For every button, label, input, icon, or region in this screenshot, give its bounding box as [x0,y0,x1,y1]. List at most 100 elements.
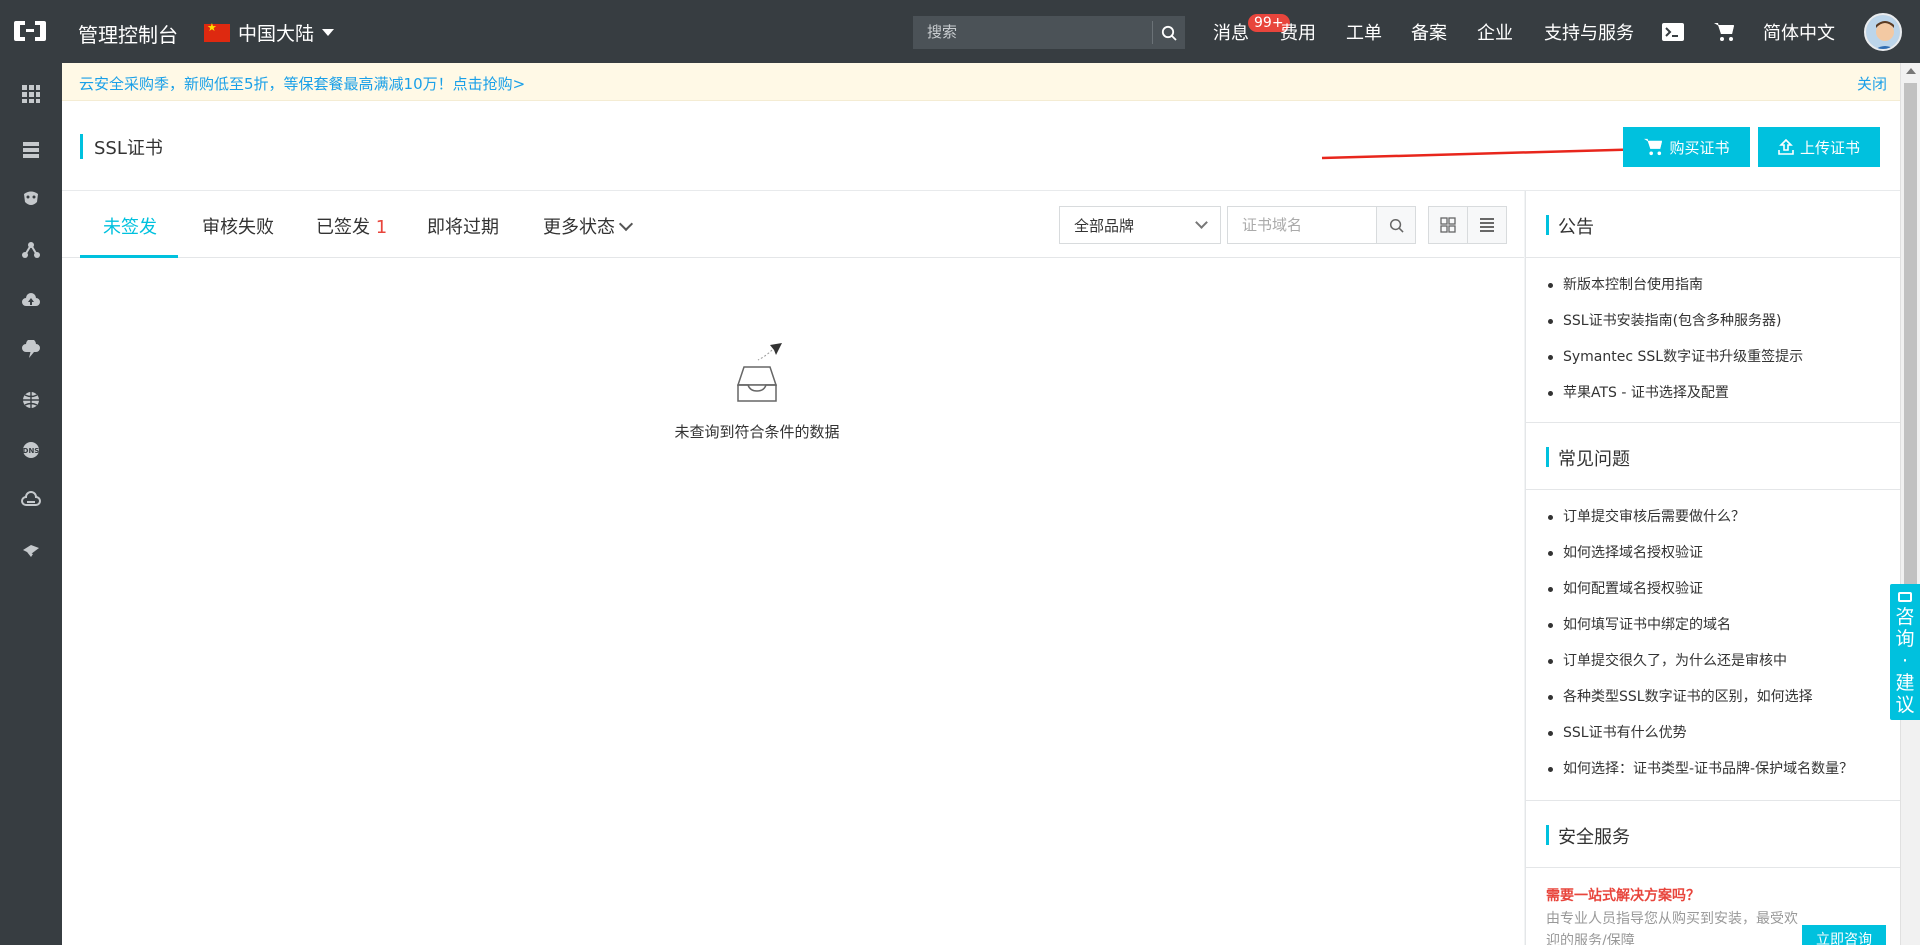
help-side-panel: 公告 新版本控制台使用指南 SSL证书安装指南(包含多种服务器) Symante… [1525,191,1901,945]
scroll-up-arrow-icon[interactable] [1906,68,1916,74]
upload-certificate-button[interactable]: 上传证书 [1758,127,1880,167]
database-icon [24,191,38,205]
search-icon [1161,25,1177,41]
grid-icon [22,85,40,103]
terminal-button[interactable] [1662,0,1684,63]
sidebar-item-dns[interactable]: DNS [0,430,62,470]
announcement-link[interactable]: 新版本控制台使用指南 [1546,267,1896,303]
left-sidebar: DNS [0,63,62,945]
search-icon [1389,218,1404,233]
tab-unissued[interactable]: 未签发 [103,213,157,239]
faq-link[interactable]: 如何选择：证书类型-证书品牌-保护域名数量？ [1546,751,1896,787]
tab-issued[interactable]: 已签发 1 [316,213,387,239]
sidebar-item-ecs[interactable] [0,130,62,170]
avatar-face-icon [1866,15,1900,49]
sidebar-item-domain[interactable] [0,380,62,420]
sidebar-item-cloud-storage[interactable] [0,480,62,520]
consult-feedback-float[interactable]: 咨询·建议 [1890,584,1920,720]
title-accent-bar [80,134,83,159]
promo-notice-link[interactable]: 云安全采购季，新购低至5折，等保套餐最高满减10万！点击抢购> [79,73,525,94]
announcement-link[interactable]: 苹果ATS - 证书选择及配置 [1546,375,1896,411]
card-view-button[interactable] [1428,206,1468,244]
sidebar-item-security[interactable] [0,530,62,570]
console-title[interactable]: 管理控制台 [78,19,178,48]
list-view-button[interactable] [1467,206,1507,244]
scrollbar-thumb[interactable] [1904,83,1917,663]
cart-button[interactable] [1713,0,1735,63]
faq-link[interactable]: 订单提交很久了，为什么还是审核中 [1546,643,1896,679]
network-icon [22,242,40,258]
announcement-link[interactable]: Symantec SSL数字证书升级重签提示 [1546,339,1896,375]
certificate-list-panel: 未签发 审核失败 已签发 1 即将过期 更多状态 全部品牌 未查询到符合条件的数… [62,191,1524,945]
page-title: SSL证书 [94,138,163,159]
server-icon [23,142,39,158]
announcements-title: 公告 [1558,217,1594,238]
more-status-label: 更多状态 [543,217,615,238]
faq-list: 订单提交审核后需要做什么？ 如何选择域名授权验证 如何配置域名授权验证 如何填写… [1546,499,1896,787]
brand-select[interactable]: 全部品牌 [1059,206,1221,244]
brand-select-value: 全部品牌 [1074,216,1135,235]
promo-notice-bar: 云安全采购季，新购低至5折，等保套餐最高满减10万！点击抢购> 关闭 [62,63,1900,101]
sidebar-item-cdn[interactable] [0,330,62,370]
announcements-list: 新版本控制台使用指南 SSL证书安装指南(包含多种服务器) Symantec S… [1546,267,1896,411]
nav-billing[interactable]: 费用 [1280,0,1316,63]
nav-enterprise[interactable]: 企业 [1477,0,1513,63]
user-avatar[interactable] [1864,13,1902,51]
globe-icon [23,392,39,408]
issued-count: 1 [375,217,388,238]
tab-expiring[interactable]: 即将过期 [427,213,499,239]
region-label: 中国大陆 [238,23,315,45]
global-search [913,16,1185,49]
faq-link[interactable]: 各种类型SSL数字证书的区别，如何选择 [1546,679,1896,715]
chevron-down-icon [618,216,634,232]
language-selector[interactable]: 简体中文 [1763,0,1835,63]
nav-messages[interactable]: 消息 [1213,0,1249,63]
buy-certificate-label: 购买证书 [1669,138,1730,157]
terminal-icon [1662,22,1684,41]
consult-now-button[interactable]: 立即咨询 [1802,925,1886,945]
faq-title: 常见问题 [1558,449,1630,470]
svg-text:DNS: DNS [23,447,40,455]
faq-link[interactable]: 如何选择域名授权验证 [1546,535,1896,571]
faq-link[interactable]: 订单提交审核后需要做什么？ [1546,499,1896,535]
security-service-title: 安全服务 [1558,827,1630,848]
cloud-icon [22,293,40,306]
global-search-input[interactable] [913,16,1152,49]
grid-view-icon [1440,217,1456,233]
nav-icp[interactable]: 备案 [1411,0,1447,63]
faq-link[interactable]: 如何配置域名授权验证 [1546,571,1896,607]
cdn-icon [22,340,40,358]
page-scrollbar[interactable] [1900,63,1920,945]
nav-tickets[interactable]: 工单 [1346,0,1382,63]
top-navbar: 管理控制台 中国大陆 消息 99+ 费用 工单 备案 企业 支持与服务 简体中文 [0,0,1920,63]
faq-link[interactable]: 如何填写证书中绑定的域名 [1546,607,1896,643]
buy-certificate-button[interactable]: 购买证书 [1623,127,1750,167]
empty-state: 未查询到符合条件的数据 [667,341,847,442]
active-tab-indicator [80,255,178,258]
sidebar-item-slb[interactable] [0,230,62,270]
nav-support[interactable]: 支持与服务 [1544,0,1634,63]
upload-certificate-label: 上传证书 [1799,138,1860,157]
aliyun-logo[interactable] [12,18,48,44]
page-header: SSL证书 购买证书 上传证书 [62,101,1900,191]
tab-more-status[interactable]: 更多状态 [543,213,634,239]
cart-icon [1644,138,1663,156]
sidebar-item-rds[interactable] [0,180,62,220]
faq-link[interactable]: SSL证书有什么优势 [1546,715,1896,751]
tab-review-failed[interactable]: 审核失败 [202,213,274,239]
security-icon [23,545,39,557]
domain-search-button[interactable] [1376,206,1416,244]
notice-close-link[interactable]: 关闭 [1857,73,1887,94]
chat-icon [1898,592,1912,602]
faq-header: 常见问题 [1526,423,1901,490]
sidebar-item-products[interactable] [0,74,62,114]
search-button[interactable] [1153,16,1185,49]
announcement-link[interactable]: SSL证书安装指南(包含多种服务器) [1546,303,1896,339]
region-selector[interactable]: 中国大陆 [204,19,335,46]
cloud-storage-icon [21,491,41,506]
domain-search-input[interactable] [1227,206,1377,244]
security-service-header: 安全服务 [1526,801,1901,868]
promo-title[interactable]: 需要一站式解决方案吗？ [1546,885,1700,905]
sidebar-item-oss[interactable] [0,280,62,320]
empty-state-message: 未查询到符合条件的数据 [674,423,840,441]
